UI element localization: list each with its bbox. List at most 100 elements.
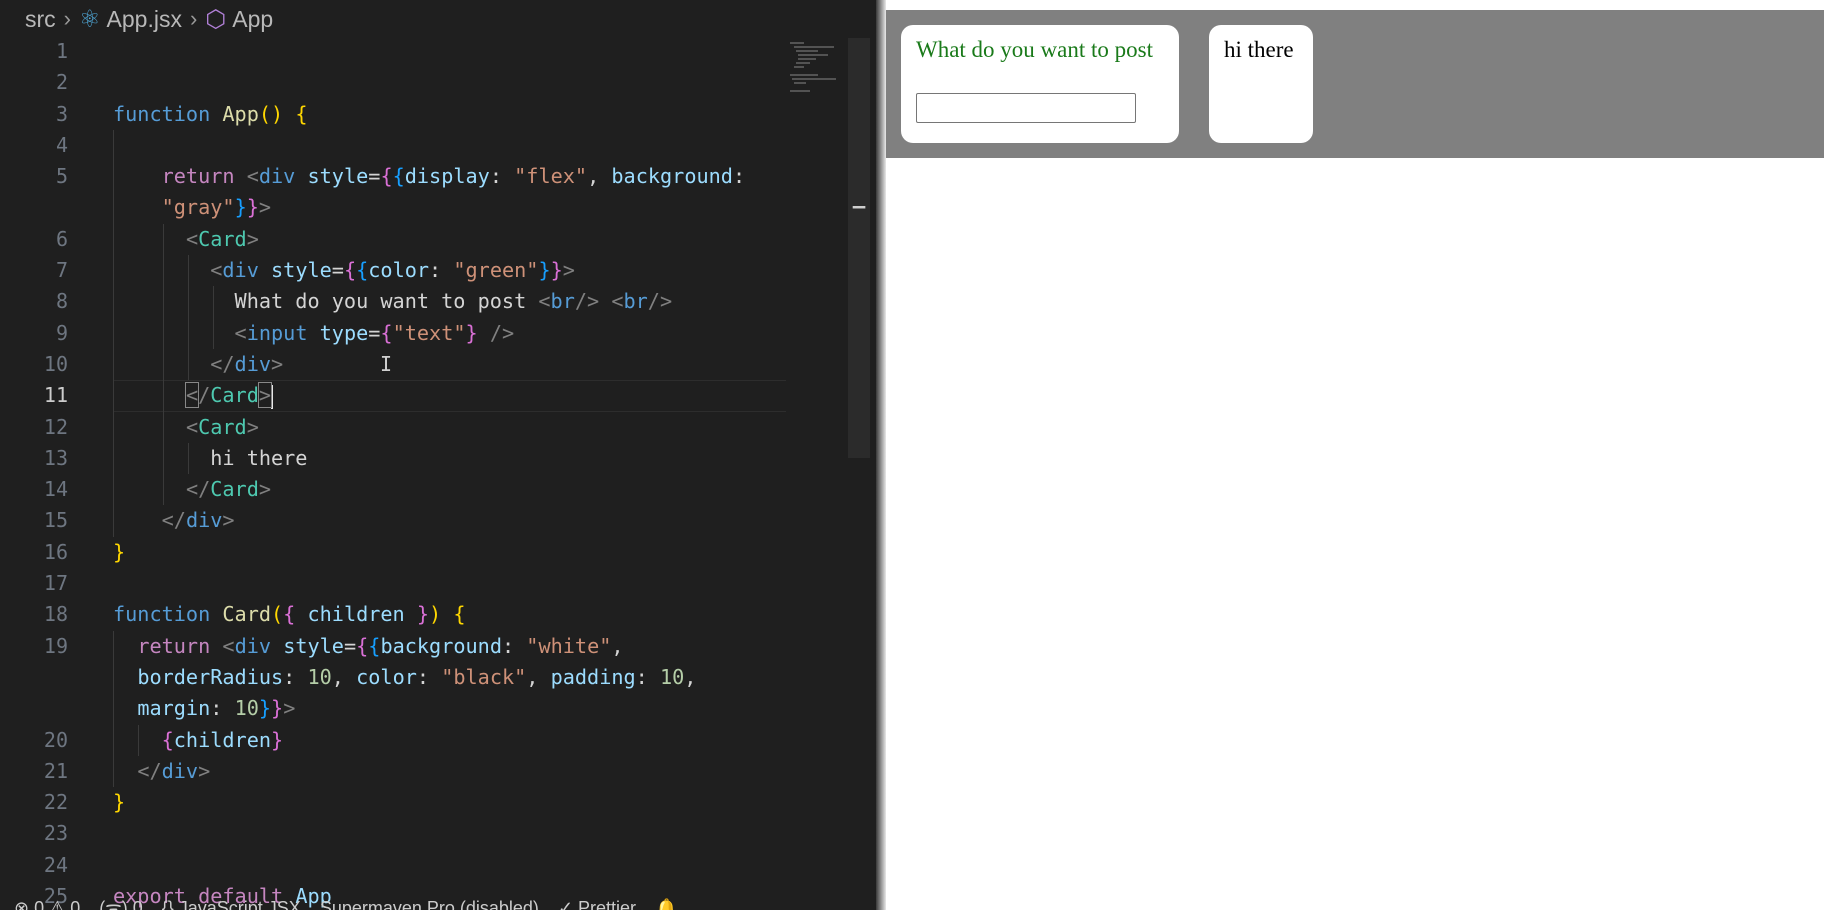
hi-text: hi there [1224,37,1294,62]
code-text: borderRadius: 10, color: "black", paddin… [137,664,697,689]
code-text: <Card> [185,226,259,251]
ports-status[interactable]: (ᯤ) 0 [99,898,142,910]
code-line[interactable]: "gray"}}> [0,192,790,224]
post-card: What do you want to post [901,25,1179,143]
line-number: 4 [55,132,68,157]
prettier-status[interactable]: ✓ Prettier [558,898,636,910]
code-line[interactable]: 10 </div> [0,348,790,381]
code-text: <input type={"text"} /> [234,320,515,345]
code-text: hi there [113,445,308,470]
line-number: 19 [43,633,68,658]
code-line[interactable]: 22 } [0,787,790,818]
code-area[interactable]: 1 2 3 function App() { 4 5 return <div s… [0,36,790,910]
line-number: 16 [43,539,68,564]
code-line[interactable]: 12 <Card> [0,411,790,443]
text-cursor [271,384,274,409]
code-line[interactable]: borderRadius: 10, color: "black", paddin… [0,661,790,694]
code-text: return <div style={{background: "white", [137,633,624,658]
code-text: <div style={{color: "green"}}> [210,258,575,283]
code-line[interactable]: 17 [0,568,790,599]
browser-preview: What do you want to post hi there [886,0,1834,910]
line-number: 11 [43,383,68,408]
code-line[interactable]: 19 return <div style={{background: "whit… [0,630,790,662]
mouse-ibeam-cursor: I [380,352,393,376]
code-text: </div> [210,351,284,376]
code-line[interactable]: margin: 10}}> [0,693,790,725]
flex-container: What do you want to post hi there [886,10,1824,158]
code-line[interactable]: 6 <Card> [0,223,790,256]
code-line[interactable]: 1 [0,36,790,67]
cursor-position-marker-icon: ▔ [852,206,866,225]
react-icon: ⚛ [79,5,101,33]
hi-card: hi there [1209,25,1313,143]
code-line[interactable]: 9 <input type={"text"} /> [0,317,790,349]
line-number: 20 [43,727,68,752]
code-text: } [113,790,126,815]
problems-status[interactable]: ⊗ 0 ⚠ 0 [14,898,80,910]
line-number: 22 [43,790,68,815]
language-mode[interactable]: {} JavaScript JSX [162,898,301,910]
line-number: 21 [43,758,68,783]
code-text: "gray"}}> [161,195,272,220]
code-line[interactable]: 15 </div> [0,505,790,537]
breadcrumb-folder[interactable]: src [25,6,56,33]
code-text: </Card> [185,477,272,502]
breadcrumb-symbol[interactable]: App [232,6,273,33]
line-number: 14 [43,477,68,502]
code-line[interactable]: 3 function App() { [0,99,790,130]
code-line[interactable]: 16 } [0,537,790,568]
code-line[interactable]: 13 hi there [0,442,790,475]
line-number: 6 [55,226,68,251]
line-number: 1 [55,39,68,63]
code-text: What do you want to post <br/> <br/> [113,289,673,314]
vertical-scrollbar[interactable] [848,38,870,458]
code-line-active[interactable]: 11 </Card> [0,380,790,412]
code-line[interactable]: 2 [0,67,790,98]
code-text: function App() { [113,101,308,126]
line-number: 15 [43,508,68,533]
code-text: <Card> [185,414,259,439]
line-number: 8 [55,289,68,314]
code-line[interactable]: 24 [0,850,790,881]
breadcrumb-file[interactable]: App.jsx [107,6,182,33]
line-number: 13 [43,445,68,470]
code-text: </Card> [184,382,274,409]
line-number: 10 [43,351,68,376]
code-line[interactable]: 5 return <div style={{display: "flex", b… [0,161,790,193]
line-number: 23 [43,821,68,846]
code-line[interactable]: 14 </Card> [0,474,790,506]
line-number: 24 [43,852,68,877]
cube-icon: ⬡ [205,5,227,33]
code-text: } [113,539,126,564]
breadcrumb: src › ⚛ App.jsx › ⬡ App [0,0,880,38]
code-text: return <div style={{display: "flex", bac… [161,164,746,189]
line-number: 3 [55,101,68,126]
line-number: 9 [55,320,68,345]
code-line[interactable]: 20 {children} [0,724,790,756]
code-line[interactable]: 7 <div style={{color: "green"}}> [0,255,790,287]
chevron-right-icon: › [189,6,198,31]
code-text: margin: 10}}> [137,696,296,721]
bell-icon[interactable]: 🔔 [655,898,677,910]
supermaven-status[interactable]: Supermaven Pro (disabled) [320,898,539,910]
chevron-right-icon: › [63,6,71,31]
code-line[interactable]: 4 [0,129,790,162]
line-number: 12 [43,414,68,439]
line-number: 18 [43,602,68,627]
code-line[interactable]: 23 [0,818,790,849]
status-bar: ⊗ 0 ⚠ 0 (ᯤ) 0 {} JavaScript JSX Supermav… [0,893,880,910]
code-editor[interactable]: src › ⚛ App.jsx › ⬡ App 1 2 3 function A… [0,0,880,910]
pane-divider[interactable] [876,0,886,910]
post-text-input[interactable] [916,93,1136,123]
post-prompt: What do you want to post [916,37,1153,62]
code-line[interactable]: 18 function Card({ children }) { [0,599,790,630]
line-number: 7 [55,258,68,283]
line-number: 2 [55,70,68,95]
code-text: </div> [161,508,235,533]
code-line[interactable]: 8 What do you want to post <br/> <br/> [0,286,790,318]
code-line[interactable]: 21 </div> [0,755,790,788]
code-text: function Card({ children }) { [113,602,466,627]
line-number: 5 [55,164,68,189]
line-number: 17 [43,571,68,596]
minimap[interactable] [786,40,838,96]
